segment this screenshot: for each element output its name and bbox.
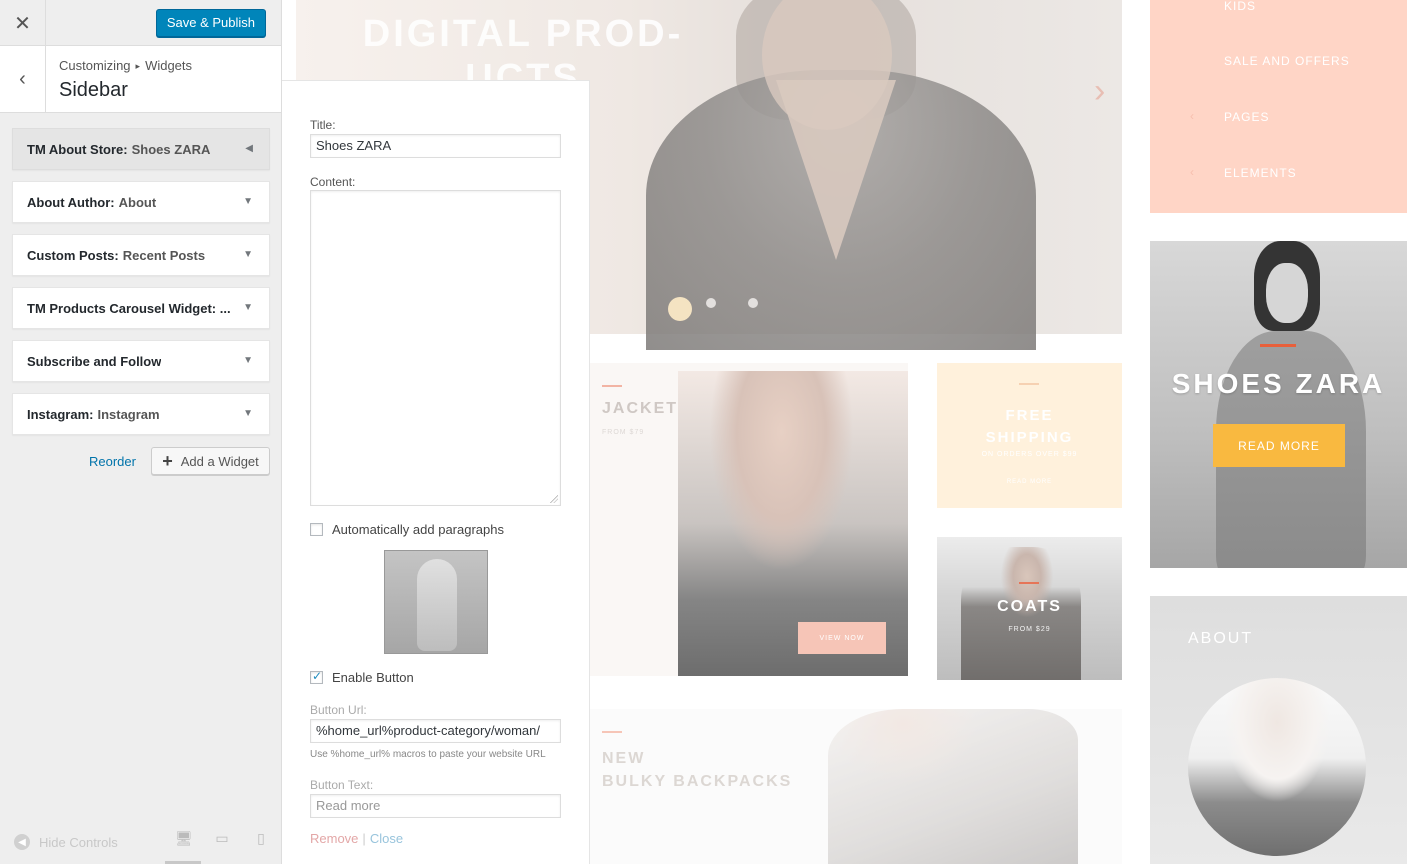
- widget-name: Instagram:: [27, 406, 94, 422]
- hide-controls-button[interactable]: ◀ Hide Controls: [14, 834, 118, 850]
- shipping-subtitle: ON ORDERS OVER $99: [981, 451, 1078, 458]
- plus-icon: +: [162, 451, 173, 471]
- button-url-help: Use %home_url% macros to paste your webs…: [310, 749, 546, 760]
- jacket-view-button[interactable]: VIEW NOW: [798, 622, 886, 654]
- widget-item-instagram[interactable]: Instagram: Instagram ▼: [12, 393, 270, 435]
- caret-down-icon[interactable]: ▼: [243, 355, 253, 366]
- slider-dot[interactable]: [706, 298, 716, 308]
- close-icon[interactable]: ✕: [0, 0, 46, 46]
- tablet-preview-icon[interactable]: ▭: [214, 830, 230, 848]
- customizer-panel: ✕ Save & Publish ‹ Customizing ▸ Widgets S…: [0, 0, 282, 864]
- section-header: ‹ Customizing ▸ Widgets Sidebar: [0, 46, 281, 113]
- chevron-left-icon: ‹: [1190, 109, 1194, 123]
- coats-title: COATS: [997, 598, 1062, 615]
- content-textarea[interactable]: [310, 190, 561, 506]
- widget-instance-title: About: [118, 194, 157, 210]
- mobile-preview-icon[interactable]: ▯: [253, 830, 269, 848]
- backpack-title: NEW BULKY BACKPACKS: [602, 750, 793, 790]
- content-label: Content:: [310, 175, 356, 189]
- widget-instance-title: Shoes ZARA: [131, 141, 211, 157]
- caret-left-icon[interactable]: ◀: [245, 143, 253, 154]
- widget-name: TM About Store:: [27, 141, 128, 157]
- slider-dot-active[interactable]: [668, 297, 692, 321]
- close-widget-link[interactable]: Close: [370, 831, 403, 846]
- enable-button-checkbox[interactable]: Enable Button: [310, 669, 414, 685]
- collapse-left-icon: ◀: [14, 834, 30, 850]
- widget-name: Custom Posts:: [27, 247, 119, 263]
- widget-name: TM Products Carousel Widget: ...: [27, 300, 231, 316]
- caret-down-icon[interactable]: ▼: [243, 408, 253, 419]
- widget-item-about-store[interactable]: TM About Store: Shoes ZARA ◀: [12, 128, 270, 170]
- menu-item-elements[interactable]: ELEMENTS: [1224, 166, 1297, 180]
- widget-name: About Author:: [27, 194, 115, 210]
- jacket-price: FROM $79: [602, 429, 645, 436]
- caret-down-icon[interactable]: ▼: [243, 249, 253, 260]
- caret-down-icon[interactable]: ▼: [243, 196, 253, 207]
- breadcrumb-item: Customizing: [59, 58, 131, 73]
- widget-instance-title: Recent Posts: [122, 247, 206, 263]
- desktop-preview-icon[interactable]: 🖥: [165, 830, 201, 864]
- coats-price: FROM $29: [1008, 626, 1051, 633]
- title-label: Title:: [310, 118, 336, 132]
- free-shipping-banner[interactable]: FREE SHIPPING ON ORDERS OVER $99 READ MO…: [937, 363, 1122, 508]
- shoes-widget-title: SHOES ZARA: [1171, 368, 1386, 399]
- widget-list: TM About Store: Shoes ZARA ◀ About Author…: [12, 128, 270, 446]
- widget-name: Subscribe and Follow: [27, 353, 162, 369]
- menu-item-sale[interactable]: SALE AND OFFERS: [1224, 54, 1350, 68]
- widget-item-products-carousel[interactable]: TM Products Carousel Widget: ... ▼: [12, 287, 270, 329]
- widget-edit-form: Title: Shoes ZARA Content: Automatically…: [282, 80, 590, 864]
- title-input[interactable]: Shoes ZARA: [310, 134, 561, 158]
- jacket-banner[interactable]: JACKET FROM $79 VIEW NOW: [588, 363, 908, 676]
- backpack-banner[interactable]: NEW BULKY BACKPACKS: [588, 709, 1122, 864]
- save-publish-button[interactable]: Save & Publish: [155, 9, 266, 37]
- about-title: ABOUT: [1188, 630, 1254, 647]
- widget-control-links: Remove | Close: [310, 831, 404, 846]
- jacket-title: JACKET: [602, 400, 679, 417]
- widget-item-about-author[interactable]: About Author: About ▼: [12, 181, 270, 223]
- remove-widget-link[interactable]: Remove: [310, 831, 358, 846]
- widget-instance-title: Instagram: [97, 406, 160, 422]
- coats-banner[interactable]: COATS FROM $29: [937, 537, 1122, 680]
- section-title: Sidebar: [59, 79, 128, 101]
- button-text-label: Button Text:: [310, 778, 374, 792]
- shoes-read-more-button[interactable]: READ MORE: [1213, 424, 1345, 467]
- button-url-input[interactable]: %home_url%product-category/woman/: [310, 719, 561, 743]
- widget-item-subscribe-follow[interactable]: Subscribe and Follow ▼: [12, 340, 270, 382]
- shipping-read-more-link[interactable]: READ MORE: [937, 479, 1122, 485]
- widget-actions: Reorder + Add a Widget: [12, 447, 270, 475]
- button-text-input[interactable]: Read more: [310, 794, 561, 818]
- menu-item-pages[interactable]: PAGES: [1224, 110, 1269, 124]
- back-arrow-icon[interactable]: ‹: [0, 46, 46, 112]
- about-widget: ABOUT: [1150, 596, 1407, 864]
- backpack-image: [828, 709, 1078, 864]
- reorder-link[interactable]: Reorder: [89, 454, 136, 469]
- hide-controls-label: Hide Controls: [39, 834, 118, 850]
- auto-paragraphs-checkbox[interactable]: Automatically add paragraphs: [310, 522, 504, 537]
- shoes-zara-widget: SHOES ZARA READ MORE: [1150, 241, 1407, 568]
- enable-button-label: Enable Button: [332, 670, 414, 685]
- customizer-header: ✕ Save & Publish: [0, 0, 281, 46]
- add-widget-label: Add a Widget: [180, 453, 259, 469]
- caret-down-icon[interactable]: ▼: [243, 302, 253, 313]
- button-url-label: Button Url:: [310, 703, 367, 717]
- add-widget-button[interactable]: + Add a Widget: [151, 447, 270, 475]
- shipping-title: FREE SHIPPING: [985, 407, 1074, 446]
- menu-item-kids[interactable]: KIDS: [1224, 0, 1256, 13]
- widget-item-custom-posts[interactable]: Custom Posts: Recent Posts ▼: [12, 234, 270, 276]
- breadcrumb-item: Widgets: [145, 58, 193, 73]
- auto-paragraphs-label: Automatically add paragraphs: [332, 522, 504, 537]
- about-avatar: [1188, 678, 1366, 856]
- category-menu: KIDS SALE AND OFFERS ‹ PAGES ‹ ELEMENTS: [1150, 0, 1407, 213]
- customizer-footer: ◀ Hide Controls 🖥 ▭ ▯: [0, 820, 282, 864]
- breadcrumb: Customizing ▸ Widgets: [59, 58, 192, 73]
- chevron-left-icon: ‹: [1190, 165, 1194, 179]
- breadcrumb-separator-icon: ▸: [135, 61, 141, 71]
- checkbox-unchecked-icon[interactable]: [310, 523, 323, 536]
- checkbox-checked-icon[interactable]: [310, 669, 323, 684]
- widget-image-thumbnail[interactable]: [384, 550, 488, 654]
- slider-dot[interactable]: [748, 298, 758, 308]
- hero-model-image: [646, 0, 1036, 350]
- slider-next-arrow-icon[interactable]: ›: [1094, 72, 1105, 111]
